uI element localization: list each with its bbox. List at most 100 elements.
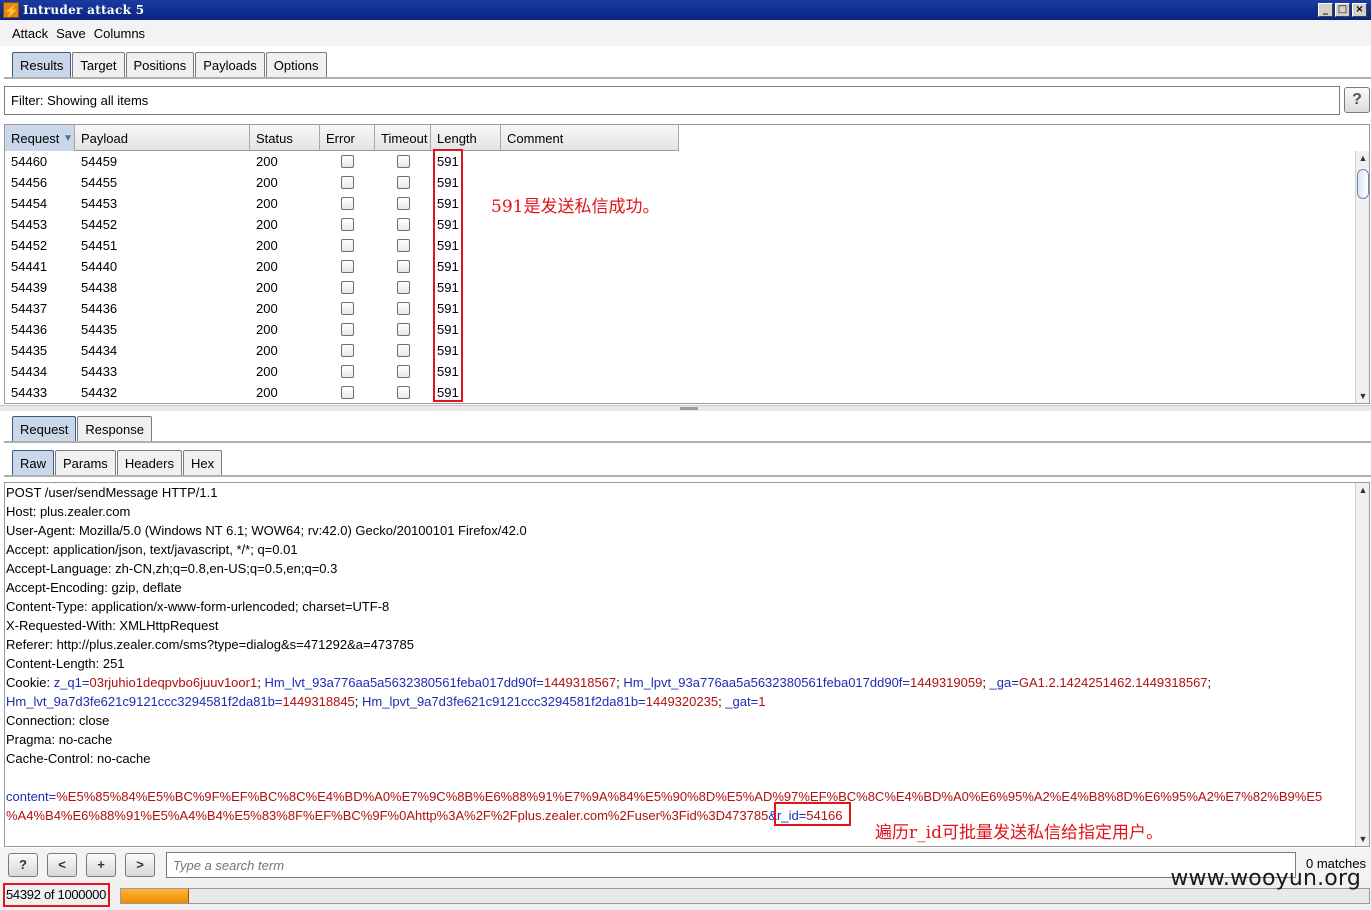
tab-headers[interactable]: Headers	[116, 450, 182, 475]
cookie-value: 1449318567	[543, 675, 617, 690]
cookie-value: 03rjuhio1deqpvbo6juuv1oor1	[89, 675, 258, 690]
table-row[interactable]: 54439 54438 200 591	[5, 277, 679, 298]
column-header-payload[interactable]: Payload	[75, 125, 250, 151]
table-row[interactable]: 54436 54435 200 591	[5, 319, 679, 340]
header-referer: Referer: http://plus.zealer.com/sms?type…	[6, 637, 414, 652]
tab-params[interactable]: Params	[55, 450, 116, 475]
tab-raw[interactable]: Raw	[12, 450, 55, 475]
request-scrollbar[interactable]: ▲ ▼	[1355, 483, 1369, 846]
checkbox[interactable]	[341, 155, 354, 168]
table-row[interactable]: 54452 54451 200 591	[5, 235, 679, 256]
cell-payload: 54451	[81, 238, 118, 253]
raw-request-text: POST /user/sendMessage HTTP/1.1 Host: pl…	[6, 483, 1356, 825]
checkbox[interactable]	[341, 239, 354, 252]
cell-timeout	[375, 281, 431, 294]
tab-hex[interactable]: Hex	[182, 450, 223, 475]
tab-request[interactable]: Request	[12, 416, 77, 441]
search-field[interactable]	[166, 852, 1296, 878]
menu-columns[interactable]: Columns	[94, 26, 145, 41]
search-help-button[interactable]: ?	[8, 853, 38, 877]
column-header-length[interactable]: Length	[431, 125, 501, 151]
table-row[interactable]: 54435 54434 200 591	[5, 340, 679, 361]
raw-request-editor[interactable]: POST /user/sendMessage HTTP/1.1 Host: pl…	[4, 482, 1370, 847]
cell-timeout	[375, 323, 431, 336]
checkbox[interactable]	[341, 281, 354, 294]
header-content-type: Content-Type: application/x-www-form-url…	[6, 599, 390, 614]
tab-positions[interactable]: Positions	[125, 52, 195, 77]
tab-options[interactable]: Options	[265, 52, 327, 77]
minimize-icon[interactable]: _	[1318, 3, 1333, 17]
splitter-grip-icon[interactable]	[680, 407, 698, 410]
checkbox[interactable]	[396, 386, 410, 399]
checkbox[interactable]	[396, 218, 410, 231]
tab-target[interactable]: Target	[72, 52, 125, 77]
checkbox[interactable]	[396, 239, 410, 252]
checkbox[interactable]	[396, 323, 410, 336]
cell-timeout	[375, 176, 431, 189]
column-header-comment[interactable]: Comment	[501, 125, 679, 151]
tab-payloads[interactable]: Payloads	[195, 52, 265, 77]
filter-help-button[interactable]: ?	[1344, 87, 1370, 113]
table-row[interactable]: 54460 54459 200 591	[5, 151, 679, 172]
cookie-name: Hm_lvt_93a776aa5a5632380561feba017dd90f	[264, 675, 537, 690]
cell-status: 200	[256, 154, 278, 169]
checkbox[interactable]	[396, 281, 410, 294]
checkbox[interactable]	[396, 344, 410, 357]
search-next-button[interactable]: >	[125, 853, 155, 877]
checkbox[interactable]	[341, 197, 354, 210]
menu-bar: Attack Save Columns	[0, 20, 1371, 46]
checkbox[interactable]	[396, 302, 410, 315]
tab-response[interactable]: Response	[77, 416, 152, 441]
column-header-timeout[interactable]: Timeout	[375, 125, 431, 151]
scroll-up-icon[interactable]: ▲	[1356, 151, 1369, 165]
results-filter-bar[interactable]: Filter: Showing all items	[4, 86, 1340, 115]
cell-timeout	[375, 365, 431, 378]
search-add-button[interactable]: +	[86, 853, 116, 877]
pane-splitter[interactable]	[0, 405, 1371, 411]
cell-timeout	[375, 344, 431, 357]
checkbox[interactable]	[396, 260, 410, 273]
tab-results[interactable]: Results	[12, 52, 72, 77]
main-tabs: Results Target Positions Payloads Option…	[12, 52, 328, 77]
checkbox[interactable]	[396, 197, 410, 210]
cell-error	[320, 155, 375, 168]
table-row[interactable]: 54437 54436 200 591	[5, 298, 679, 319]
checkbox[interactable]	[341, 344, 354, 357]
cell-timeout	[375, 260, 431, 273]
checkbox[interactable]	[396, 365, 410, 378]
maximize-icon[interactable]: □	[1335, 3, 1350, 17]
table-row[interactable]: 54453 54452 200 591	[5, 214, 679, 235]
table-row[interactable]: 54456 54455 200 591	[5, 172, 679, 193]
watermark: www.wooyun.org	[1170, 866, 1361, 891]
table-row[interactable]: 54441 54440 200 591	[5, 256, 679, 277]
checkbox[interactable]	[341, 365, 354, 378]
table-row[interactable]: 54433 54432 200 591	[5, 382, 679, 403]
checkbox[interactable]	[341, 260, 354, 273]
results-scrollbar[interactable]: ▲ ▼	[1355, 151, 1369, 403]
column-header-error[interactable]: Error	[320, 125, 375, 151]
search-prev-button[interactable]: <	[47, 853, 77, 877]
cell-timeout	[375, 155, 431, 168]
column-header-status[interactable]: Status	[250, 125, 320, 151]
scroll-down-icon[interactable]: ▼	[1356, 389, 1369, 403]
length-annotation: 591是发送私信成功。	[491, 197, 660, 217]
cell-timeout	[375, 302, 431, 315]
scroll-thumb[interactable]	[1357, 169, 1369, 199]
cell-request: 54453	[11, 217, 48, 232]
checkbox[interactable]	[396, 176, 410, 189]
checkbox[interactable]	[341, 302, 354, 315]
menu-attack[interactable]: Attack	[12, 26, 48, 41]
checkbox[interactable]	[341, 386, 354, 399]
search-input[interactable]	[173, 857, 1295, 873]
column-header-request[interactable]: Request ▼	[5, 125, 75, 151]
table-row[interactable]: 54434 54433 200 591	[5, 361, 679, 382]
checkbox[interactable]	[341, 323, 354, 336]
close-icon[interactable]: ×	[1352, 3, 1367, 17]
scroll-down-icon[interactable]: ▼	[1356, 832, 1369, 846]
scroll-up-icon[interactable]: ▲	[1356, 483, 1369, 497]
checkbox[interactable]	[396, 155, 410, 168]
checkbox[interactable]	[341, 176, 354, 189]
menu-save[interactable]: Save	[56, 26, 86, 41]
cell-request: 54437	[11, 301, 48, 316]
checkbox[interactable]	[341, 218, 354, 231]
